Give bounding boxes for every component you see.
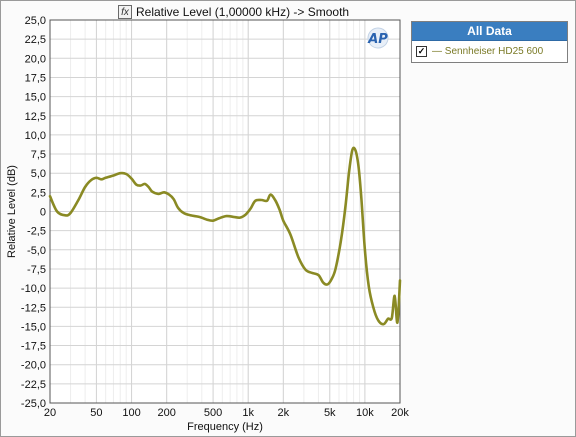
x-tick-label: 50: [90, 407, 102, 419]
legend-checkbox[interactable]: ✓: [416, 45, 427, 57]
y-tick-label: -22,5: [21, 379, 46, 391]
y-tick-label: -15,0: [21, 321, 46, 333]
y-tick-label: -12,5: [21, 302, 46, 314]
x-tick-label: 5k: [324, 407, 336, 419]
x-tick-label: 2k: [278, 407, 290, 419]
y-tick-label: 5,0: [31, 168, 46, 180]
y-tick-label: 22,5: [25, 34, 46, 46]
x-tick-label: 100: [122, 407, 140, 419]
chart-title: Relative Level (1,00000 kHz) -> Smooth: [136, 5, 350, 19]
y-tick-label: 25,0: [25, 15, 46, 27]
y-tick-label: 12,5: [25, 111, 46, 123]
x-tick-label: 200: [157, 407, 175, 419]
y-tick-label: 10,0: [25, 130, 46, 142]
y-tick-label: 15,0: [25, 92, 46, 104]
legend-item[interactable]: ✓ — Sennheiser HD25 600: [412, 41, 567, 61]
x-tick-label: 20k: [391, 407, 409, 419]
y-tick-label: -10,0: [21, 283, 46, 295]
y-tick-label: -20,0: [21, 360, 46, 372]
x-axis-ticks: 20 50 100 200 500 1k 2k 5k 10k 20k: [44, 407, 409, 419]
ap-logo-text: AP: [367, 32, 388, 47]
x-tick-label: 1k: [242, 407, 254, 419]
y-axis-label: Relative Level (dB): [6, 165, 18, 258]
y-tick-label: -7,5: [27, 264, 46, 276]
y-tick-label: 17,5: [25, 72, 46, 84]
legend-item-label: — Sennheiser HD25 600: [432, 45, 544, 57]
chart-area: 25,0 22,5 20,0 17,5 15,0 12,5 10,0 7,5 5,0 2,5 0 -2…: [6, 15, 409, 433]
y-tick-label: -5,0: [27, 245, 46, 257]
y-tick-label: 2,5: [31, 187, 46, 199]
y-tick-label: -2,5: [27, 226, 46, 238]
legend-panel: All Data ✓ — Sennheiser HD25 600: [411, 21, 568, 63]
x-tick-label: 10k: [356, 407, 374, 419]
x-tick-label: 20: [44, 407, 56, 419]
x-tick-label: 500: [204, 407, 222, 419]
ap-logo: AP: [367, 27, 389, 49]
y-tick-label: 7,5: [31, 149, 46, 161]
y-tick-label: -25,0: [21, 398, 46, 410]
fx-icon[interactable]: fx: [118, 5, 132, 19]
legend-header: All Data: [412, 22, 567, 41]
y-tick-label: 0: [40, 207, 46, 219]
x-axis-label: Frequency (Hz): [187, 421, 263, 433]
y-axis-ticks: 25,0 22,5 20,0 17,5 15,0 12,5 10,0 7,5 5,0 2,5 0 -2…: [21, 15, 46, 410]
y-tick-label: 20,0: [25, 53, 46, 65]
chart-title-bar: fx Relative Level (1,00000 kHz) -> Smoot…: [118, 4, 349, 20]
major-gridlines: [49, 19, 401, 404]
y-tick-label: -17,5: [21, 341, 46, 353]
